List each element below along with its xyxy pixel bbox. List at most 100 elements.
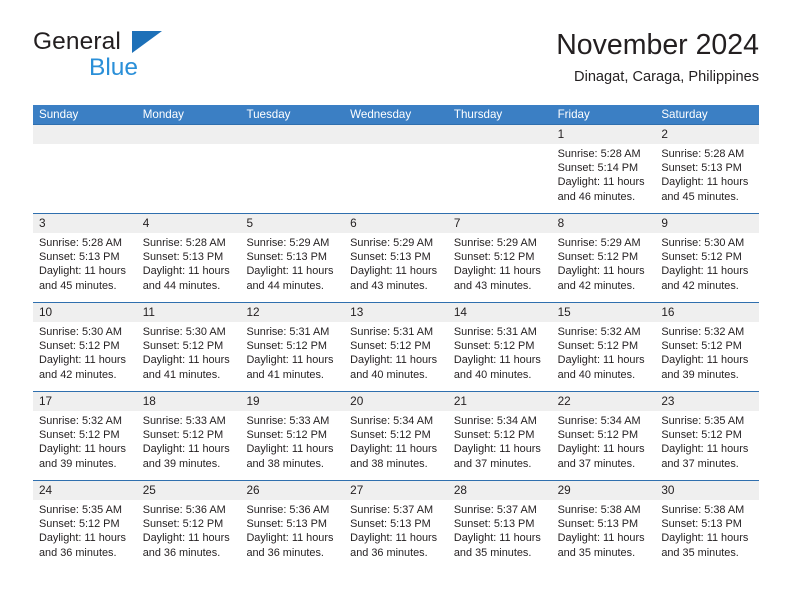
sunrise-text: Sunrise: 5:31 AM <box>453 326 537 338</box>
day-number: 19 <box>240 392 345 411</box>
sunrise-text: Sunrise: 5:30 AM <box>142 326 226 338</box>
sunrise-text: Sunrise: 5:37 AM <box>453 504 537 516</box>
calendar-grid: Sunday Monday Tuesday Wednesday Thursday Frid… <box>33 105 760 569</box>
day-cell[interactable]: 26 Sunrise: 5:36 AM Sunset: 5:13 PM Dayligh… <box>240 480 345 569</box>
day-cell[interactable]: 24 Sunrise: 5:35 AM Sunset: 5:12 PM Dayligh… <box>33 480 137 569</box>
day-cell[interactable]: 19 Sunrise: 5:33 AM Sunset: 5:12 PM Dayligh… <box>240 391 345 480</box>
logo-text-general: General <box>33 28 121 55</box>
logo-triangle-icon <box>132 31 162 53</box>
day-cell[interactable]: 16 Sunrise: 5:32 AM Sunset: 5:12 PM Dayligh… <box>655 302 760 391</box>
sunrise-text: Sunrise: 5:33 AM <box>246 415 330 427</box>
weekday-header-monday: Monday <box>142 108 184 121</box>
daylight-text-line2: and 37 minutes. <box>453 457 532 470</box>
daylight-text-line1: Daylight: 11 hours <box>246 265 334 278</box>
day-cell[interactable]: 23 Sunrise: 5:35 AM Sunset: 5:12 PM Dayligh… <box>655 391 760 480</box>
sunset-text: Sunset: 5:13 PM <box>246 518 327 531</box>
daylight-text-line1: Daylight: 11 hours <box>453 265 541 278</box>
day-cell[interactable]: 13 Sunrise: 5:31 AM Sunset: 5:12 PM Dayligh… <box>344 302 448 391</box>
sunset-text: Sunset: 5:13 PM <box>557 518 639 531</box>
day-details: Sunrise: 5:30 AM Sunset: 5:12 PM Daylight:… <box>655 233 759 293</box>
day-number: 20 <box>344 392 448 411</box>
daylight-text-line1: Daylight: 11 hours <box>453 354 541 367</box>
sunrise-text: Sunrise: 5:35 AM <box>661 415 745 427</box>
day-cell[interactable]: 11 Sunrise: 5:30 AM Sunset: 5:12 PM Dayligh… <box>136 302 241 391</box>
daylight-text-line2: and 46 minutes. <box>557 190 636 203</box>
daylight-text-line2: and 44 minutes. <box>246 279 324 292</box>
day-number: 29 <box>551 481 656 500</box>
sunset-text: Sunset: 5:13 PM <box>39 251 120 264</box>
sunset-text: Sunset: 5:12 PM <box>557 429 639 442</box>
day-number: 22 <box>551 392 656 411</box>
day-cell[interactable]: 21 Sunrise: 5:34 AM Sunset: 5:12 PM Dayligh… <box>447 391 552 480</box>
sunrise-text: Sunrise: 5:29 AM <box>350 237 434 249</box>
calendar-body: 1 Sunrise: 5:28 AM Sunset: 5:14 PM Daylight… <box>33 124 760 569</box>
day-cell[interactable]: 14 Sunrise: 5:31 AM Sunset: 5:12 PM Dayligh… <box>447 302 552 391</box>
sunrise-text: Sunrise: 5:33 AM <box>142 415 226 427</box>
sunrise-text: Sunrise: 5:29 AM <box>246 237 330 249</box>
day-number: 12 <box>240 303 345 322</box>
day-number: 14 <box>447 303 552 322</box>
day-cell[interactable]: 2 Sunrise: 5:28 AM Sunset: 5:13 PM Daylight… <box>655 124 760 213</box>
daylight-text-line2: and 35 minutes. <box>557 546 636 559</box>
day-cell[interactable]: 10 Sunrise: 5:30 AM Sunset: 5:12 PM Dayligh… <box>33 302 137 391</box>
day-cell[interactable]: 27 Sunrise: 5:37 AM Sunset: 5:13 PM Dayligh… <box>344 480 448 569</box>
day-details: Sunrise: 5:38 AM Sunset: 5:13 PM Daylight:… <box>655 500 759 560</box>
sunrise-text: Sunrise: 5:29 AM <box>453 237 537 249</box>
day-cell-empty <box>447 124 552 213</box>
daylight-text-line2: and 41 minutes. <box>142 368 221 381</box>
daylight-text-line2: and 41 minutes. <box>246 368 324 381</box>
sunrise-text: Sunrise: 5:36 AM <box>246 504 330 516</box>
day-cell[interactable]: 15 Sunrise: 5:32 AM Sunset: 5:12 PM Dayligh… <box>551 302 656 391</box>
day-number: 18 <box>136 392 241 411</box>
day-cell[interactable]: 6 Sunrise: 5:29 AM Sunset: 5:13 PM Daylight… <box>344 213 448 302</box>
sunset-text: Sunset: 5:14 PM <box>557 162 639 175</box>
sunrise-text: Sunrise: 5:34 AM <box>350 415 434 427</box>
day-cell[interactable]: 1 Sunrise: 5:28 AM Sunset: 5:14 PM Daylight… <box>551 124 656 213</box>
sunrise-text: Sunrise: 5:31 AM <box>246 326 330 338</box>
day-cell[interactable]: 18 Sunrise: 5:33 AM Sunset: 5:12 PM Dayligh… <box>136 391 241 480</box>
sunrise-text: Sunrise: 5:38 AM <box>557 504 641 516</box>
daylight-text-line2: and 40 minutes. <box>350 368 428 381</box>
day-cell[interactable]: 12 Sunrise: 5:31 AM Sunset: 5:12 PM Dayligh… <box>240 302 345 391</box>
general-blue-logo[interactable]: General Blue <box>33 28 253 90</box>
weekday-header-tuesday: Tuesday <box>246 108 291 121</box>
sunrise-text: Sunrise: 5:35 AM <box>39 504 122 516</box>
day-cell[interactable]: 20 Sunrise: 5:34 AM Sunset: 5:12 PM Dayligh… <box>344 391 448 480</box>
day-number: 11 <box>136 303 241 322</box>
daylight-text-line2: and 42 minutes. <box>557 279 636 292</box>
daylight-text-line1: Daylight: 11 hours <box>453 532 541 545</box>
day-cell[interactable]: 3 Sunrise: 5:28 AM Sunset: 5:13 PM Daylight… <box>33 213 137 302</box>
sunset-text: Sunset: 5:12 PM <box>453 251 535 264</box>
day-details: Sunrise: 5:35 AM Sunset: 5:12 PM Daylight:… <box>33 500 137 560</box>
day-cell[interactable]: 28 Sunrise: 5:37 AM Sunset: 5:13 PM Dayligh… <box>447 480 552 569</box>
daylight-text-line2: and 37 minutes. <box>661 457 739 470</box>
sunset-text: Sunset: 5:12 PM <box>39 340 120 353</box>
day-details: Sunrise: 5:37 AM Sunset: 5:13 PM Daylight:… <box>344 500 448 560</box>
day-cell[interactable]: 29 Sunrise: 5:38 AM Sunset: 5:13 PM Dayligh… <box>551 480 656 569</box>
sunset-text: Sunset: 5:13 PM <box>246 251 327 264</box>
day-cell-empty <box>136 124 241 213</box>
day-cell[interactable]: 25 Sunrise: 5:36 AM Sunset: 5:12 PM Dayligh… <box>136 480 241 569</box>
day-number: 1 <box>551 125 656 144</box>
day-cell[interactable]: 17 Sunrise: 5:32 AM Sunset: 5:12 PM Dayligh… <box>33 391 137 480</box>
calendar-week-row: 1 Sunrise: 5:28 AM Sunset: 5:14 PM Daylight… <box>33 124 760 213</box>
daylight-text-line2: and 40 minutes. <box>453 368 532 381</box>
day-cell-empty <box>240 124 345 213</box>
day-cell[interactable]: 5 Sunrise: 5:29 AM Sunset: 5:13 PM Daylight… <box>240 213 345 302</box>
day-details: Sunrise: 5:30 AM Sunset: 5:12 PM Daylight:… <box>33 322 137 382</box>
day-cell[interactable]: 30 Sunrise: 5:38 AM Sunset: 5:13 PM Dayligh… <box>655 480 760 569</box>
day-cell[interactable]: 4 Sunrise: 5:28 AM Sunset: 5:13 PM Daylight… <box>136 213 241 302</box>
day-cell[interactable]: 7 Sunrise: 5:29 AM Sunset: 5:12 PM Daylight… <box>447 213 552 302</box>
calendar-page: General Blue November 2024 Dinagat, Cara… <box>0 0 792 612</box>
day-number: 2 <box>655 125 760 144</box>
day-cell[interactable]: 22 Sunrise: 5:34 AM Sunset: 5:12 PM Dayligh… <box>551 391 656 480</box>
day-cell[interactable]: 9 Sunrise: 5:30 AM Sunset: 5:12 PM Daylight… <box>655 213 760 302</box>
calendar-week-row: 10 Sunrise: 5:30 AM Sunset: 5:12 PM Dayligh… <box>33 302 760 391</box>
day-number: 16 <box>655 303 760 322</box>
sunrise-text: Sunrise: 5:28 AM <box>661 148 745 160</box>
daylight-text-line2: and 37 minutes. <box>557 457 636 470</box>
day-details: Sunrise: 5:31 AM Sunset: 5:12 PM Daylight:… <box>448 322 552 382</box>
sunset-text: Sunset: 5:12 PM <box>142 518 224 531</box>
daylight-text-line2: and 42 minutes. <box>661 279 739 292</box>
day-cell[interactable]: 8 Sunrise: 5:29 AM Sunset: 5:12 PM Daylight… <box>551 213 656 302</box>
